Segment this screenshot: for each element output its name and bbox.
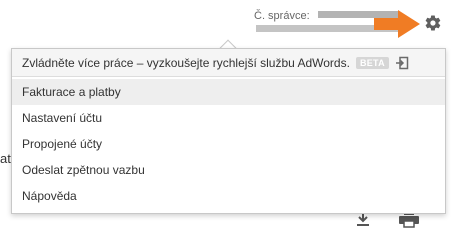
menu-item-label: Fakturace a platby: [22, 85, 121, 99]
top-bar: Č. správce:: [0, 0, 454, 44]
beta-badge: BETA: [355, 56, 389, 69]
menu-item-billing[interactable]: Fakturace a platby: [12, 79, 445, 105]
menu-item-account-settings[interactable]: Nastavení účtu: [12, 105, 445, 131]
menu-item-label: Odeslat zpětnou vazbu: [22, 163, 145, 177]
menu-item-label: Nastavení účtu: [22, 111, 103, 125]
promo-text: Zvládněte více práce – vyzkoušejte rychl…: [22, 55, 350, 70]
settings-dropdown-menu: Zvládněte více práce – vyzkoušejte rychl…: [11, 48, 446, 214]
exit-icon: [395, 56, 409, 69]
menu-item-send-feedback[interactable]: Odeslat zpětnou vazbu: [12, 157, 445, 183]
menu-item-linked-accounts[interactable]: Propojené účty: [12, 131, 445, 157]
adwords-promo-item[interactable]: Zvládněte více práce – vyzkoušejte rychl…: [12, 49, 445, 77]
account-id-label: Č. správce:: [254, 10, 310, 22]
menu-item-label: Propojené účty: [22, 137, 103, 151]
menu-item-help[interactable]: Nápověda: [12, 183, 445, 209]
gear-icon[interactable]: [424, 14, 442, 32]
orange-arrow-icon: [374, 10, 420, 38]
menu-item-label: Nápověda: [22, 189, 77, 203]
